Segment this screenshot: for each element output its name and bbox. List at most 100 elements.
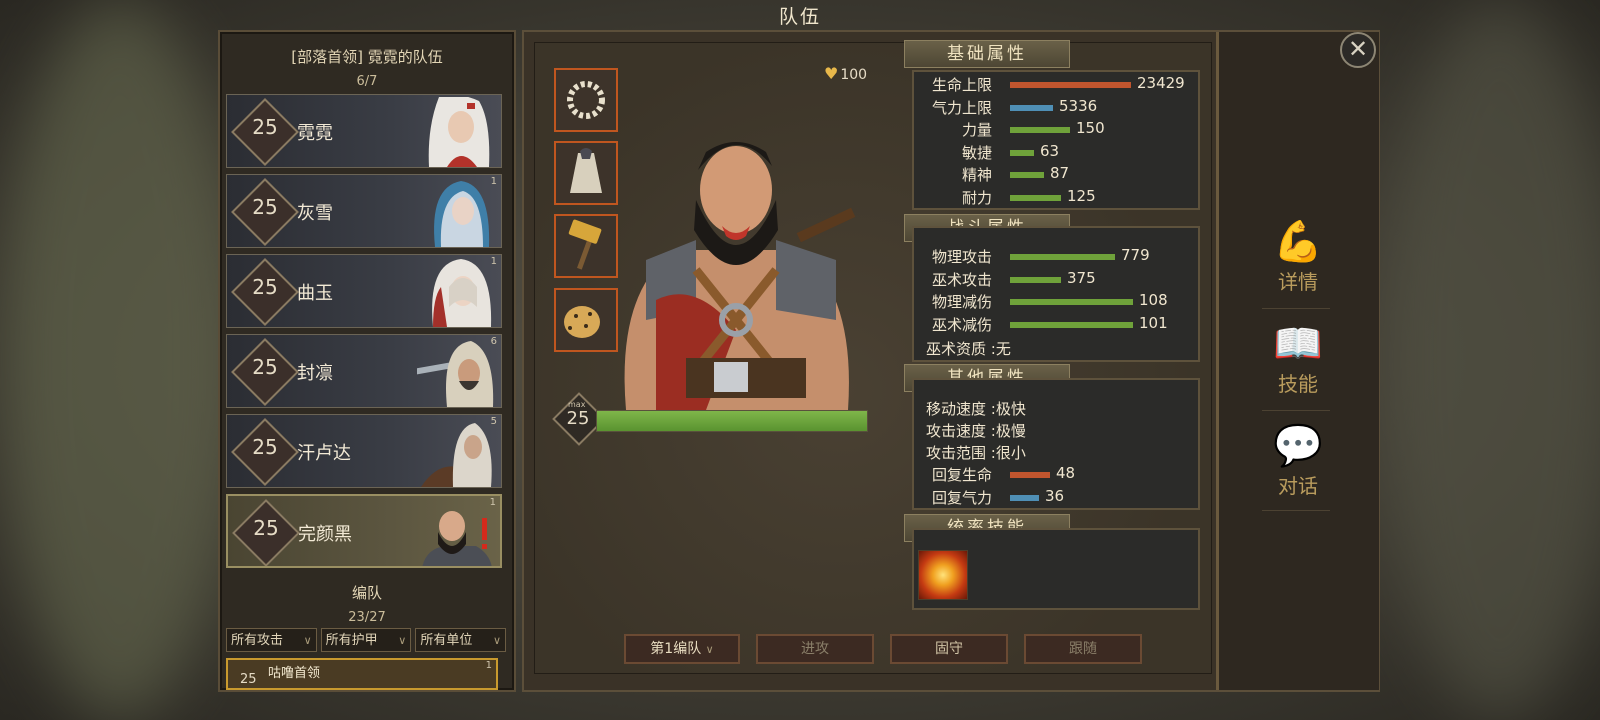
basic-attrs-box: 生命上限 23429 气力上限 5336 力量 150 敏捷 63 精神 87 耐力 125 (912, 70, 1200, 210)
heart-icon: ♥ (824, 64, 839, 83)
hero-portrait (417, 341, 494, 407)
chevron-down-icon: ∨ (492, 634, 502, 647)
hero-list: 25 霓霓 25 灰雪 1 25 曲玉 1 25 封凛 6 25 汗卢达 5 2… (226, 94, 502, 574)
attack-range-text: 攻击范围 :很小 (926, 444, 1026, 462)
attr-bar (1010, 104, 1053, 111)
hero-name: 汗卢达 (297, 443, 351, 464)
hero-name: 封凛 (297, 363, 333, 384)
hero-portrait (428, 97, 490, 167)
unit-card[interactable]: 25 咕噜首领 1 (226, 658, 498, 690)
squad-select-label: 第1编队 (650, 641, 702, 657)
attr-label: 回复生命 (931, 466, 992, 484)
rail-divider (1262, 308, 1330, 309)
hero-level-large: 25 (566, 408, 590, 429)
attr-row: 耐力 125 (914, 187, 1198, 209)
speech-bubble-icon: 💬 (1273, 423, 1323, 469)
attr-row: 物理攻击 779 (914, 246, 1198, 268)
attr-bar (1010, 82, 1131, 88)
attr-value: 23429 (1137, 74, 1185, 92)
skills-tab[interactable]: 📖 技能 (1250, 316, 1346, 397)
dialogue-label: 对话 (1278, 474, 1318, 498)
hero-portrait (434, 181, 490, 247)
details-tab[interactable]: 💪 详情 (1250, 214, 1346, 295)
hero-name: 完颜黑 (298, 524, 352, 545)
hero-portrait (432, 259, 492, 327)
hero-card-quyu[interactable]: 25 曲玉 1 (226, 254, 502, 328)
attack-filter-dropdown[interactable]: 所有攻击 ∨ (226, 628, 317, 652)
hero-level: 25 (252, 195, 278, 219)
hero-card-nini[interactable]: 25 霓霓 (226, 94, 502, 168)
attr-bar (1010, 321, 1133, 328)
attr-label: 敏捷 (961, 143, 992, 162)
attr-bar (1010, 172, 1044, 178)
follow-button[interactable]: 跟随 (1024, 634, 1142, 664)
hero-card-wanyanhei[interactable]: 25 完颜黑 1 (226, 494, 502, 568)
attr-row: 物理减伤 108 (914, 291, 1198, 313)
hero-level: 25 (252, 115, 278, 139)
team-count: 6/7 (356, 74, 378, 89)
attr-value: 87 (1050, 164, 1070, 182)
rail-divider (1262, 410, 1330, 411)
attr-label: 物理攻击 (931, 248, 992, 266)
close-button[interactable]: ✕ (1340, 32, 1376, 68)
move-speed-row: 移动速度 :极快 (914, 398, 1198, 420)
attr-row: 回复气力 36 (914, 487, 1198, 509)
hero-portrait (421, 423, 492, 487)
hero-card-huixue[interactable]: 25 灰雪 1 (226, 174, 502, 248)
experience-fill (597, 411, 867, 431)
formation-title: 编队 (351, 584, 382, 602)
attr-bar (1010, 254, 1115, 260)
hero-card-fenglin[interactable]: 25 封凛 6 (226, 334, 502, 408)
attr-row: 力量 150 (914, 119, 1198, 141)
gold-value: 100 (840, 67, 868, 83)
armor-filter-label: 所有护甲 (325, 633, 378, 648)
attr-label: 回复气力 (931, 489, 992, 507)
hero-level: 25 (252, 355, 278, 379)
attr-row: 精神 87 (914, 164, 1198, 186)
attr-bar (1010, 127, 1070, 133)
attr-value: 125 (1067, 186, 1096, 205)
window-title: 队伍 (778, 6, 821, 28)
flexed-arm-icon: 💪 (1273, 219, 1323, 265)
combat-attrs-box: 巫术资质 :无 物理攻击 779 巫术攻击 375 物理减伤 108 巫术减伤 101 (912, 226, 1200, 362)
armor-filter-dropdown[interactable]: 所有护甲 ∨ (320, 628, 412, 652)
attr-row: 敏捷 63 (914, 142, 1198, 164)
attr-value: 48 (1056, 464, 1076, 482)
squad-select-dropdown[interactable]: 第1编队 ∨ (624, 634, 740, 664)
unit-filter-dropdown[interactable]: 所有单位 ∨ (415, 628, 507, 652)
gold-display: ♥ 100 (824, 64, 867, 83)
unit-badge: 1 (485, 660, 492, 671)
attr-value: 63 (1040, 141, 1060, 160)
hold-button[interactable]: 固守 (890, 634, 1008, 664)
attr-label: 生命上限 (931, 76, 992, 94)
spellbook-icon: 📖 (1273, 321, 1323, 367)
dialogue-tab[interactable]: 💬 对话 (1250, 418, 1346, 499)
move-speed-text: 移动速度 :极快 (926, 400, 1026, 418)
attr-value: 375 (1067, 268, 1096, 287)
aptitude-text: 巫术资质 :无 (926, 340, 1011, 358)
attr-label: 耐力 (961, 188, 992, 207)
aptitude-row: 巫术资质 :无 (914, 338, 1198, 360)
background-left (0, 0, 240, 720)
attr-value: 779 (1121, 246, 1150, 264)
attr-bar (1010, 495, 1039, 501)
attr-value: 150 (1076, 119, 1105, 137)
equip-slot-necklace[interactable] (554, 68, 618, 132)
hero-full-art (624, 142, 856, 410)
team-title: [部落首领] 霓霓的队伍 (291, 48, 443, 66)
hero-name: 霓霓 (297, 123, 333, 144)
hero-name: 灰雪 (297, 203, 333, 224)
attack-button[interactable]: 进攻 (756, 634, 874, 664)
attr-row: 生命上限 23429 (914, 74, 1198, 96)
close-icon: ✕ (1347, 35, 1369, 63)
unit-level: 25 (240, 672, 257, 687)
team-panel: [部落首领] 霓霓的队伍 6/7 25 霓霓 25 灰雪 1 25 曲玉 1 2… (218, 30, 516, 692)
leadership-skill-icon[interactable] (918, 550, 968, 600)
attr-bar (1010, 299, 1133, 305)
attack-speed-text: 攻击速度 :极慢 (926, 422, 1026, 440)
attr-row: 气力上限 5336 (914, 97, 1198, 119)
attr-bar (1010, 149, 1034, 156)
hero-card-hanluda[interactable]: 25 汗卢达 5 (226, 414, 502, 488)
attr-bar (1010, 276, 1061, 283)
attr-label: 物理减伤 (931, 293, 992, 311)
